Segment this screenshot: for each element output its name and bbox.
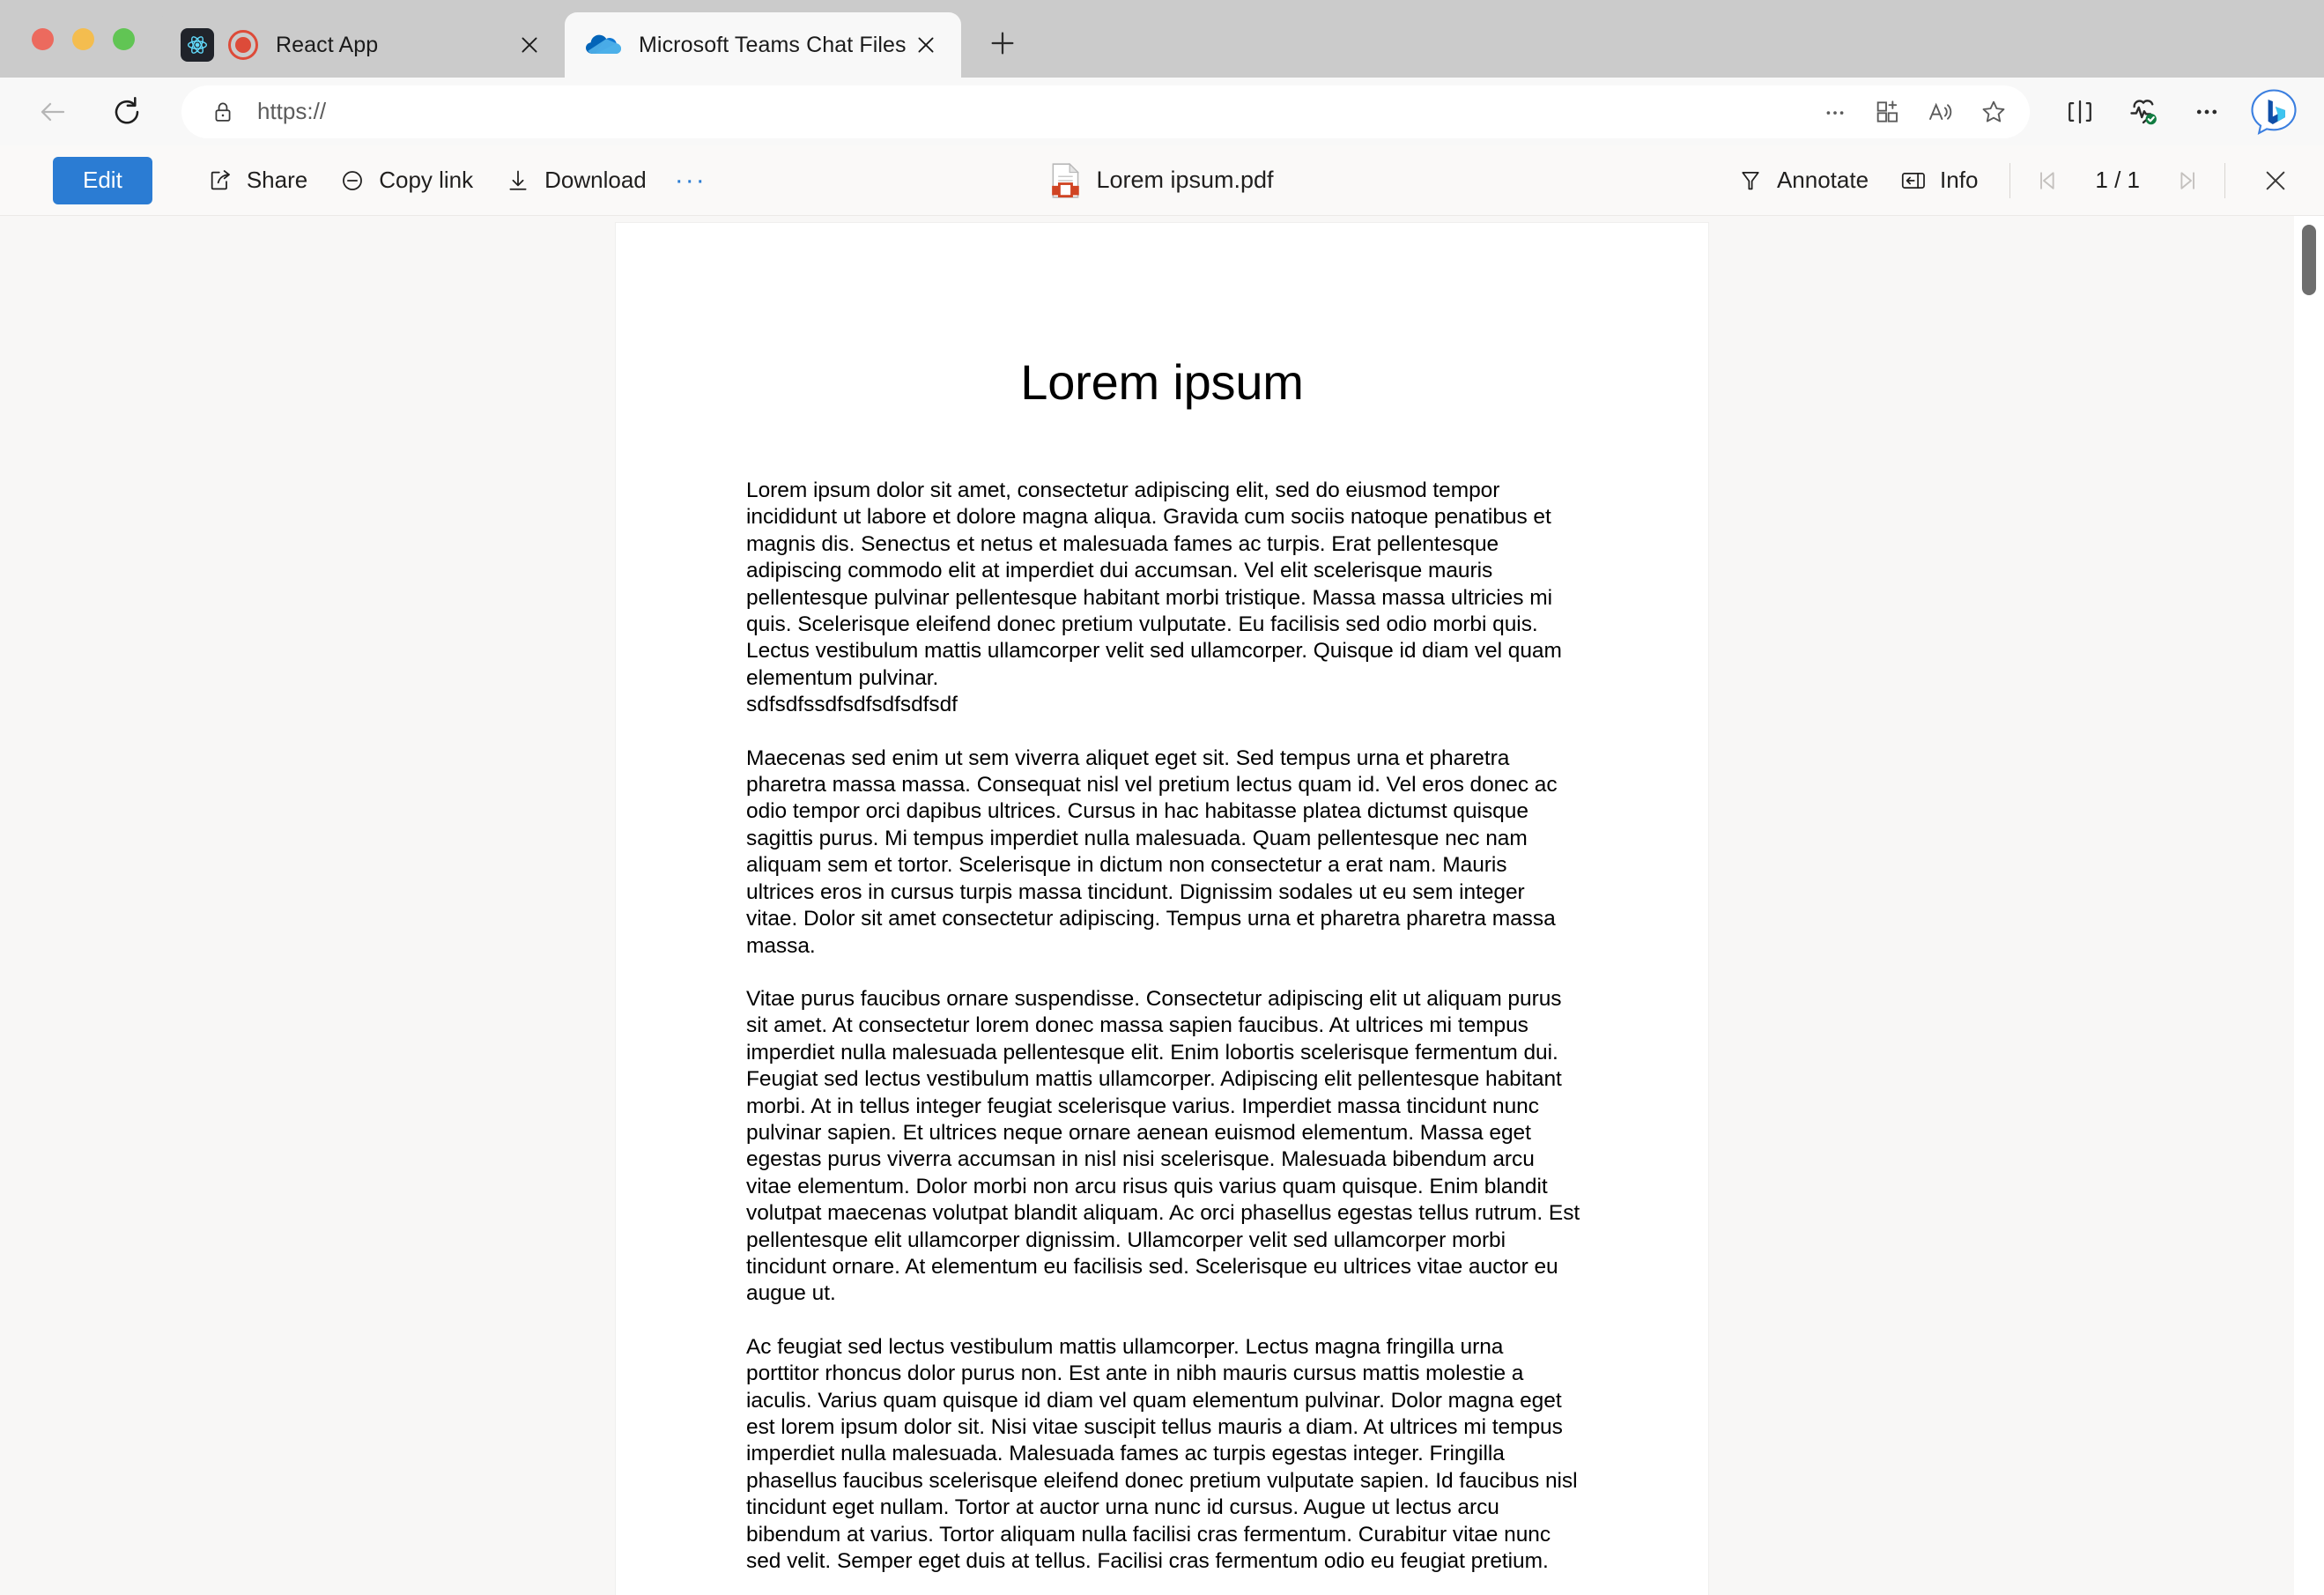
close-window-button[interactable] — [32, 27, 54, 50]
collections-icon[interactable] — [1864, 88, 1912, 136]
document-paragraph: Lorem ipsum dolor sit amet, consectetur … — [746, 478, 1562, 690]
download-label: Download — [544, 167, 647, 193]
info-label: Info — [1940, 167, 1979, 193]
next-page-button[interactable] — [2165, 159, 2209, 203]
share-icon — [207, 167, 233, 194]
page-indicator: 1 / 1 — [2095, 167, 2140, 193]
annotate-button[interactable]: Annotate — [1721, 157, 1884, 204]
tab-list: React App Microsoft Teams Chat Files - — [159, 0, 1028, 78]
lock-icon — [208, 97, 238, 127]
tab-title-react-app: React App — [276, 32, 379, 57]
tab-title-microsoft-teams-chat-files: Microsoft Teams Chat Files - O — [639, 32, 908, 57]
tab-favicon-group — [181, 28, 258, 62]
browser-toolbar: https:// — [0, 78, 2324, 145]
pdf-page-1: Lorem ipsum Lorem ipsum dolor sit amet, … — [616, 223, 1708, 1595]
onedrive-cloud-icon — [586, 33, 621, 56]
edit-button[interactable]: Edit — [53, 156, 152, 204]
toolbar-divider-2 — [2224, 162, 2225, 198]
info-button[interactable]: Info — [1884, 157, 1994, 204]
address-bar[interactable]: https:// — [181, 85, 2030, 138]
tab-microsoft-teams-chat-files[interactable]: Microsoft Teams Chat Files - O — [565, 12, 961, 78]
pdf-file-icon — [1050, 162, 1080, 198]
read-aloud-icon[interactable] — [1917, 88, 1965, 136]
scrollbar-thumb[interactable] — [2302, 225, 2316, 295]
document-paragraph: Vitae purus faucibus ornare suspendisse.… — [746, 986, 1580, 1306]
back-arrow-icon[interactable] — [26, 85, 79, 138]
link-icon — [339, 167, 366, 194]
scrollbar[interactable] — [2299, 216, 2319, 1595]
toolbar-divider — [2009, 162, 2011, 198]
info-panel-icon — [1900, 167, 1927, 194]
browser-window: React App Microsoft Teams Chat Files - h… — [0, 0, 2324, 1595]
previous-page-button[interactable] — [2026, 159, 2070, 203]
download-icon — [505, 167, 531, 194]
copy-link-button[interactable]: Copy link — [323, 157, 489, 204]
react-logo-icon — [181, 28, 214, 62]
tab-strip: React App Microsoft Teams Chat Files - — [0, 0, 2324, 78]
pdf-viewer-canvas[interactable]: Lorem ipsum Lorem ipsum dolor sit amet, … — [0, 216, 2324, 1595]
download-button[interactable]: Download — [489, 157, 662, 204]
document-paragraph: Ac feugiat sed lectus vestibulum mattis … — [746, 1334, 1578, 1574]
minimize-window-button[interactable] — [72, 27, 94, 50]
favorite-star-icon[interactable] — [1970, 88, 2017, 136]
bing-copilot-icon[interactable] — [2246, 85, 2301, 139]
window-traffic-lights — [0, 0, 135, 78]
reload-icon[interactable] — [100, 85, 153, 138]
zoom-window-button[interactable] — [113, 27, 135, 50]
tab-close-microsoft-teams-chat-files[interactable] — [908, 27, 944, 63]
new-tab-button[interactable] — [977, 18, 1028, 69]
share-button[interactable]: Share — [191, 157, 323, 204]
document-paragraph: sdfsdfssdfsdfsdfsdfsdf — [746, 693, 958, 717]
browser-essentials-icon[interactable] — [2116, 85, 2171, 139]
tab-react-app[interactable]: React App — [159, 12, 565, 78]
share-label: Share — [246, 167, 308, 193]
pdf-file-name: Lorem ipsum.pdf — [1096, 167, 1274, 193]
pdf-file-name-group: Lorem ipsum.pdf — [1050, 162, 1274, 198]
tab-close-react-app[interactable] — [512, 27, 547, 63]
document-paragraph: Maecenas sed enim ut sem viverra aliquet… — [746, 746, 1558, 958]
annotate-pen-icon — [1737, 167, 1764, 194]
recording-indicator-icon — [228, 30, 258, 60]
close-viewer-button[interactable] — [2252, 157, 2299, 204]
scrollbar-track[interactable] — [2294, 216, 2324, 1595]
pdf-toolbar-overflow-button[interactable]: ··· — [662, 157, 719, 204]
document-body: Lorem ipsum dolor sit amet, consectetur … — [616, 478, 1708, 1575]
pdf-viewer-toolbar: Edit Share Copy link Download ··· Lorem … — [0, 145, 2324, 216]
annotate-label: Annotate — [1776, 167, 1869, 193]
settings-more-icon[interactable] — [2180, 85, 2234, 139]
address-bar-text[interactable]: https:// — [257, 98, 1806, 125]
more-dots-icon[interactable] — [1811, 88, 1859, 136]
document-title: Lorem ipsum — [1020, 354, 1304, 410]
pdf-toolbar-right-group: Annotate Info 1 / 1 — [1721, 157, 2299, 204]
copy-link-label: Copy link — [379, 167, 474, 193]
split-screen-icon[interactable] — [2053, 85, 2107, 139]
